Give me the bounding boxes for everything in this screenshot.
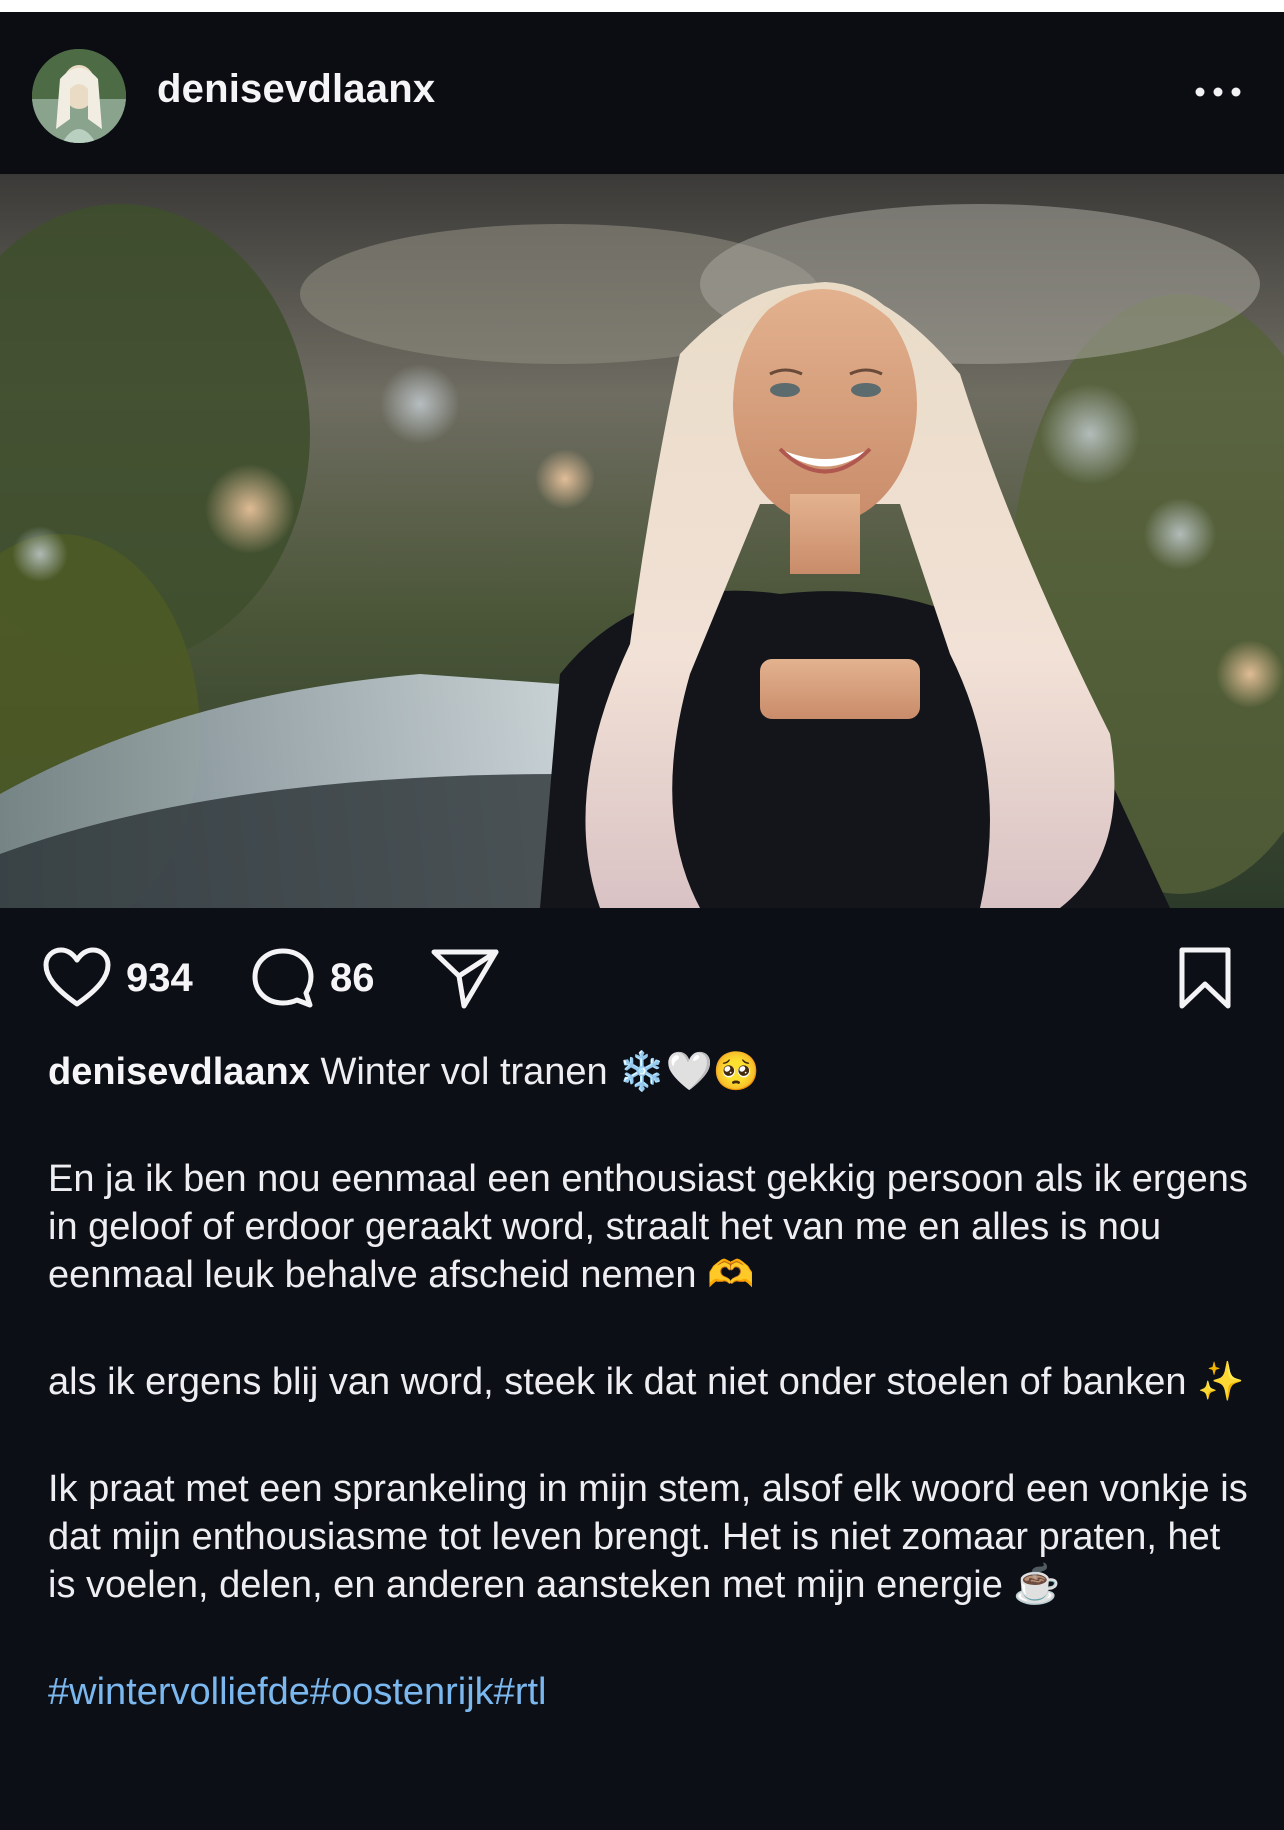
post-actions: 934 86 xyxy=(0,908,1284,1048)
avatar[interactable] xyxy=(32,49,126,143)
like-action[interactable]: 934 xyxy=(42,946,193,1010)
caption-username[interactable]: denisevdlaanx xyxy=(48,1051,310,1093)
caption-paragraph-3: Ik praat met een sprankeling in mijn ste… xyxy=(48,1468,1248,1606)
caption-title: Winter vol tranen ❄️🤍🥺 xyxy=(320,1051,761,1093)
caption-paragraph-1: En ja ik ben nou eenmaal een enthousiast… xyxy=(48,1158,1248,1296)
top-edge xyxy=(0,0,1284,12)
post-header: denisevdlaanx xyxy=(0,12,1284,174)
photo-image xyxy=(0,174,1284,908)
like-count: 934 xyxy=(126,955,193,1000)
caption-title-line: denisevdlaanx Winter vol tranen ❄️🤍🥺 xyxy=(48,1048,1248,1096)
post-author-username[interactable]: denisevdlaanx xyxy=(157,67,435,112)
comment-count: 86 xyxy=(330,955,375,1000)
bookmark-icon xyxy=(1179,947,1231,1009)
save-action[interactable] xyxy=(1176,946,1234,1010)
comment-action[interactable]: 86 xyxy=(250,946,375,1010)
caption-hashtags[interactable]: #wintervolliefde#oostenrijk#rtl xyxy=(48,1668,1248,1716)
comment-bubble-icon xyxy=(252,948,314,1008)
more-horizontal-icon xyxy=(1195,87,1241,97)
more-options-button[interactable] xyxy=(1192,76,1244,108)
caption-paragraph-2: als ik ergens blij van word, steek ik da… xyxy=(48,1361,1245,1403)
paper-plane-icon xyxy=(431,949,499,1009)
post-photo[interactable] xyxy=(0,174,1284,908)
heart-icon xyxy=(43,947,111,1007)
post-caption: denisevdlaanx Winter vol tranen ❄️🤍🥺 En … xyxy=(48,1048,1248,1716)
avatar-image xyxy=(32,49,126,143)
share-action[interactable] xyxy=(430,946,500,1010)
